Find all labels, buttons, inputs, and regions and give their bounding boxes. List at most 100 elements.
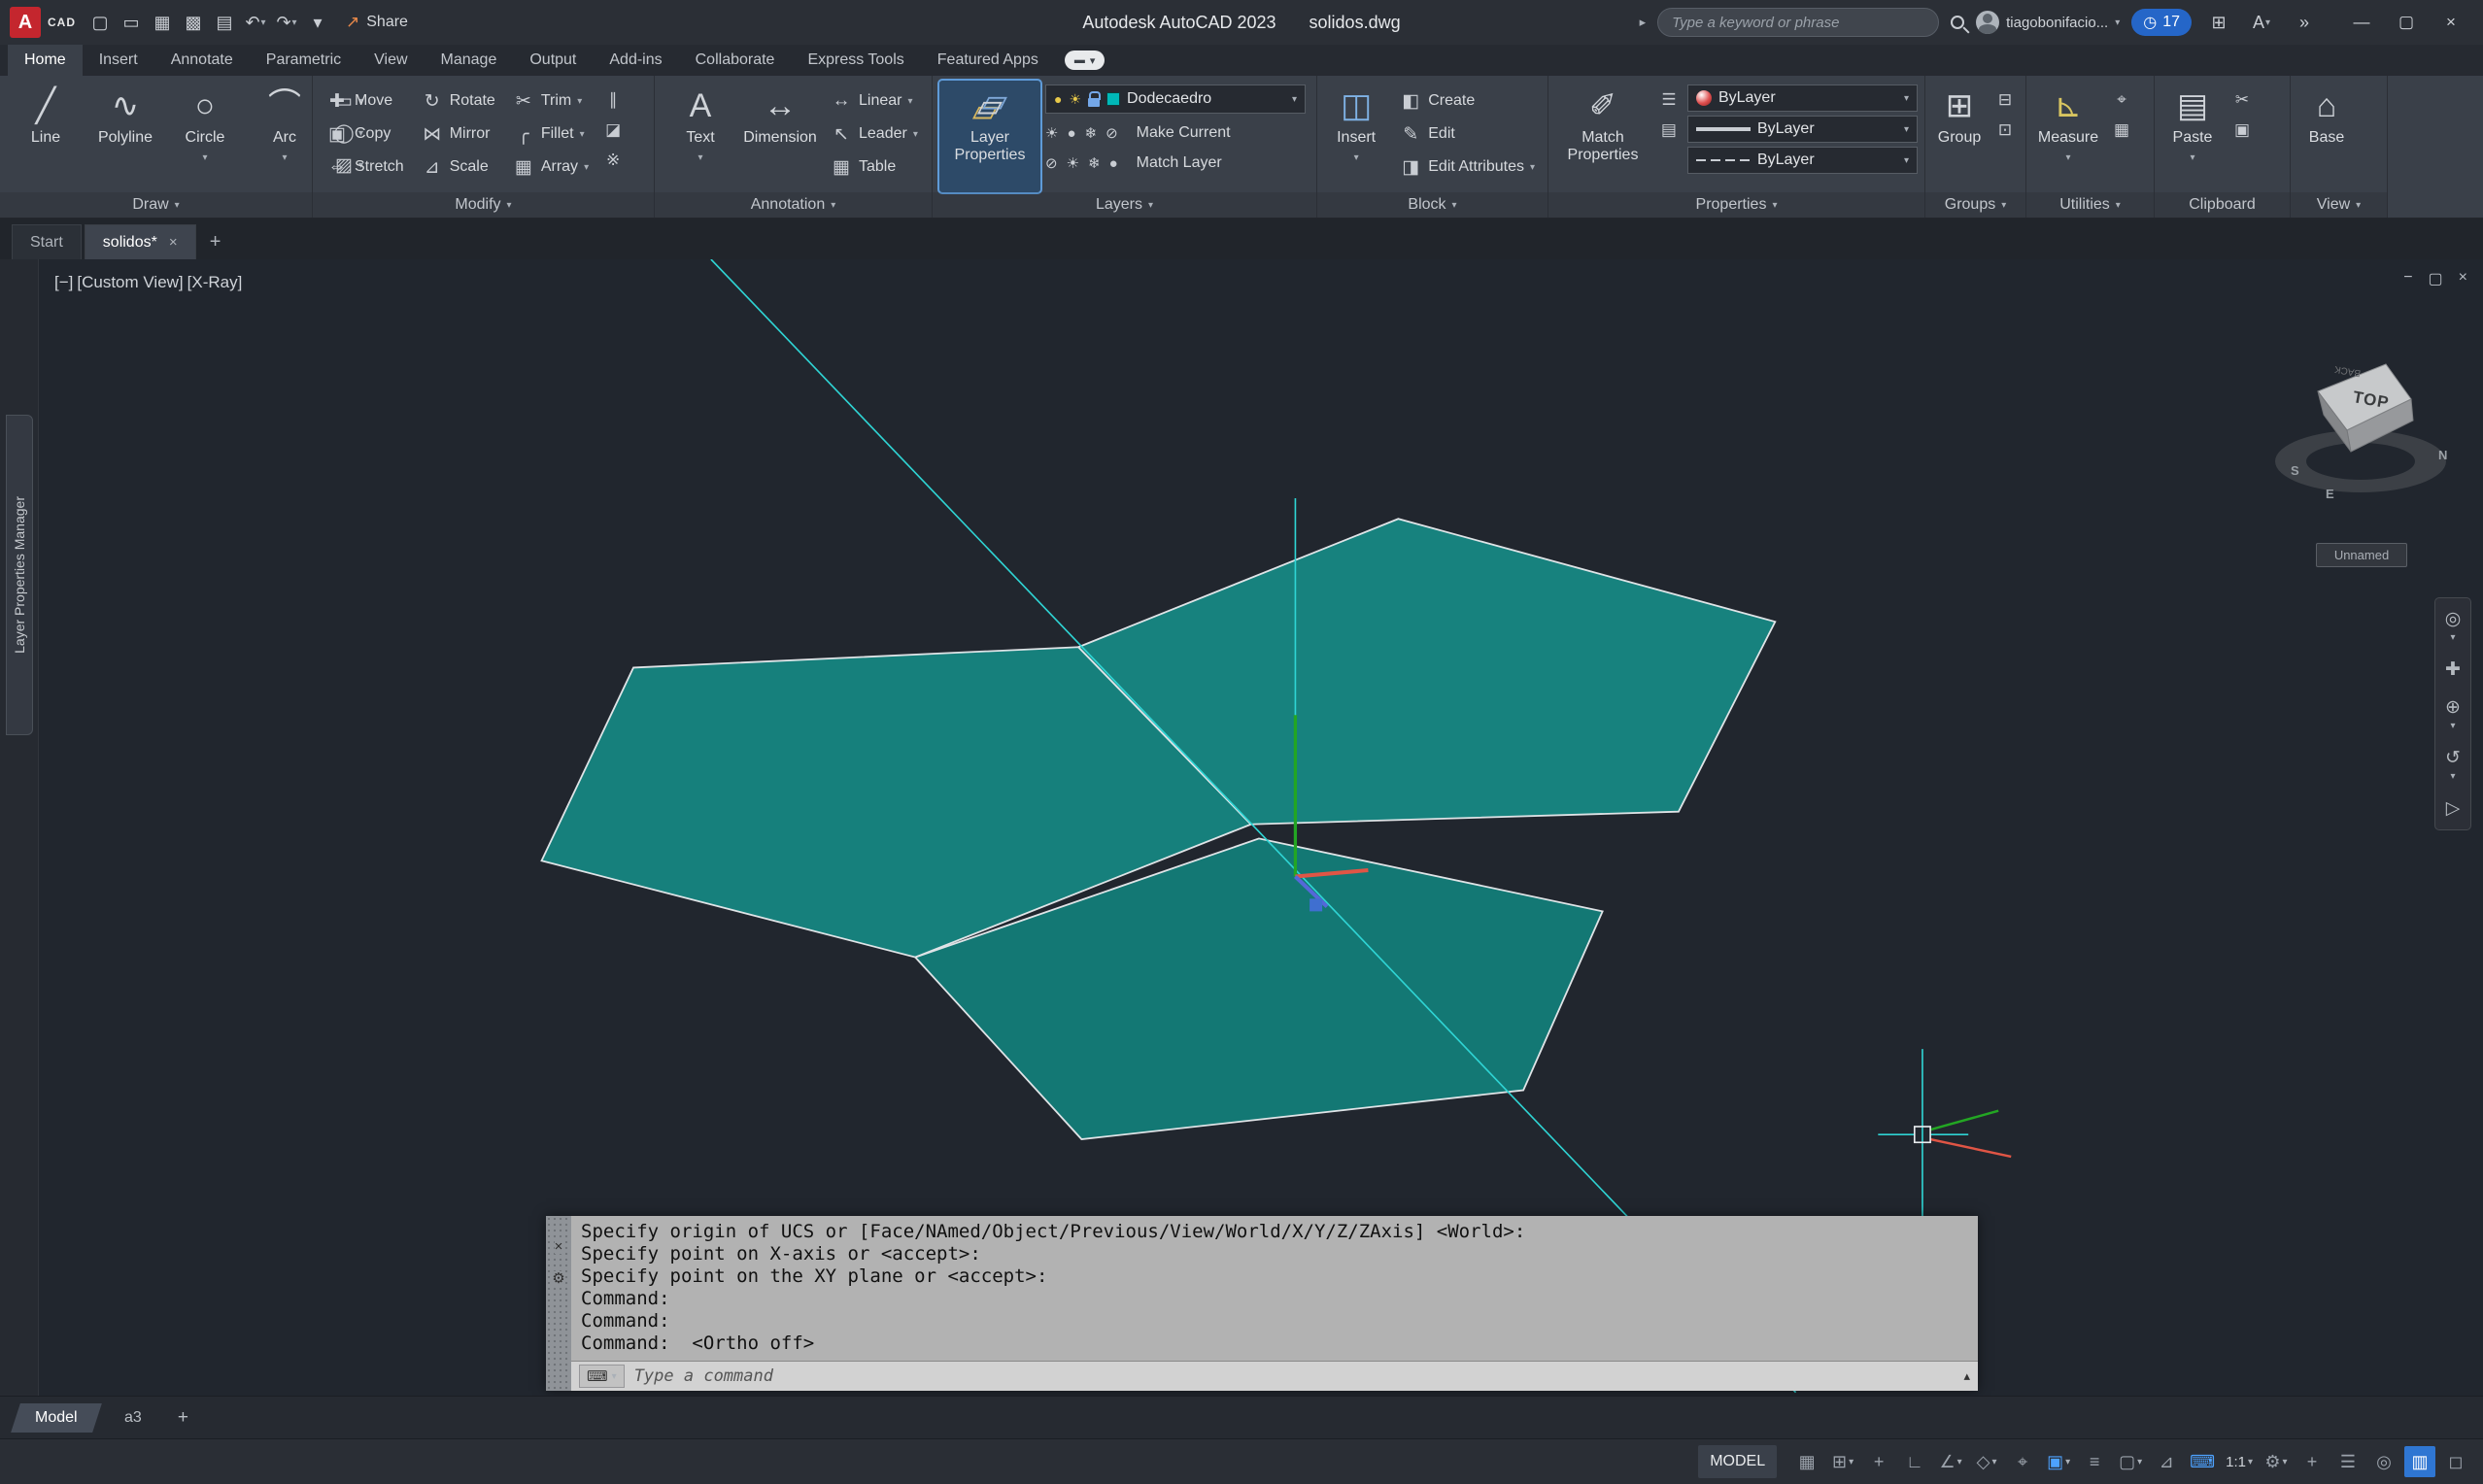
save-as-icon[interactable]: ▩ [178,6,209,39]
table-button[interactable]: ▦Table [824,151,924,184]
ribbon-tab[interactable]: Output [513,45,593,76]
polar-tracking-icon[interactable]: ∠ ▾ [1935,1446,1966,1477]
block-panel-label[interactable]: Block▾ [1317,192,1548,218]
graphics-performance-icon[interactable]: ▥ [2404,1446,2435,1477]
full-navigation-wheel-icon[interactable]: ◎ ▾ [2445,608,2462,643]
layer-properties-manager-tab[interactable]: Layer Properties Manager [6,415,33,735]
create-block-button[interactable]: ◧Create [1393,84,1541,118]
ribbon-tab[interactable]: Annotate [154,45,250,76]
cut-icon[interactable]: ✂ [2228,86,2256,114]
copy-clip-icon[interactable]: ▣ [2228,117,2256,144]
tab-start[interactable]: Start [12,224,82,259]
command-history-toggle-icon[interactable]: ▴ [1963,1368,1970,1384]
new-file-icon[interactable]: ▢ [85,6,116,39]
view-name-button[interactable]: Unnamed [2316,543,2407,567]
pan-icon[interactable]: ✚ [2445,658,2461,681]
mirror-button[interactable]: ⋈Mirror [415,118,501,151]
vp-close-icon[interactable]: × [2459,269,2467,288]
restore-button[interactable]: ▢ [2384,0,2429,45]
edit-block-button[interactable]: ✎Edit [1393,118,1541,151]
plot-icon[interactable]: ▤ [209,6,240,39]
command-options-button[interactable]: ⌨ ▾ [579,1365,625,1388]
zoom-icon[interactable]: ⊕ ▾ [2445,696,2461,731]
ribbon-tab[interactable]: Express Tools [791,45,920,76]
share-button[interactable]: ↗ Share [346,13,408,32]
offset-icon[interactable]: ∥ [599,86,627,114]
insert-button[interactable]: ◫ Insert ▾ [1324,81,1388,192]
fillet-button[interactable]: ╭Fillet▾ [506,118,595,151]
vp-visual-style-control[interactable]: [X-Ray] [187,273,243,292]
layer-properties-button[interactable]: ▱ Layer Properties [939,81,1040,192]
save-icon[interactable]: ▦ [147,6,178,39]
showmotion-icon[interactable]: ▷ [2446,797,2461,820]
vp-restore-icon[interactable]: ▢ [2429,269,2443,288]
vp-view-control[interactable]: [Custom View] [77,273,183,292]
ribbon-tab[interactable]: View [357,45,424,76]
paste-button[interactable]: ▤ Paste ▾ [2161,81,2224,192]
linetype-dropdown[interactable]: ByLayer ▾ [1687,147,1918,174]
ribbon-tab[interactable]: Collaborate [679,45,792,76]
edit-attributes-button[interactable]: ◨Edit Attributes▾ [1393,151,1541,184]
measure-button[interactable]: ⊾ Measure ▾ [2033,81,2103,192]
trim-button[interactable]: ✂Trim▾ [506,84,595,118]
selection-cycling-icon[interactable]: ▢ ▾ [2115,1446,2146,1477]
group-button[interactable]: ⊞ Group [1932,81,1987,192]
quick-properties-icon[interactable]: ☰ [2332,1446,2364,1477]
infer-constraints-icon[interactable]: + [1863,1446,1894,1477]
properties-panel-label[interactable]: Properties▾ [1548,192,1924,218]
layer-dropdown[interactable]: ● ☀ Dodecaedro ▾ [1045,84,1306,114]
drawing-area[interactable]: Layer Properties Manager [−][Custom View… [0,259,2483,1396]
make-current-button[interactable]: ☀●❄⊘ Make Current [1045,118,1306,148]
view-panel-label[interactable]: View▾ [2291,192,2387,218]
ribbon-tab[interactable]: Parametric [250,45,357,76]
annotation-panel-label[interactable]: Annotation▾ [655,192,932,218]
arc-button[interactable]: ⌒ Arc ▾ [246,81,323,192]
annotation-scale-control[interactable]: 1:1 ▾ [2223,1446,2256,1477]
model-tab[interactable]: Model [11,1403,101,1433]
ribbon-tab[interactable]: Insert [83,45,154,76]
array-button[interactable]: ▦Array▾ [506,151,595,184]
quick-calc-icon[interactable]: ▦ [2108,117,2135,144]
search-icon[interactable] [1951,16,1964,29]
group-edit-icon[interactable]: ⊡ [1991,117,2019,144]
ungroup-icon[interactable]: ⊟ [1991,86,2019,114]
toolbar-overflow-icon[interactable]: » [2289,6,2320,39]
leader-button[interactable]: ↖Leader▾ [824,118,924,151]
command-window-handle[interactable]: × ⚙ [546,1216,571,1391]
dimension-button[interactable]: ↔ Dimension [741,81,819,192]
close-icon[interactable]: × [555,1239,563,1254]
ortho-mode-icon[interactable]: ∟ [1899,1446,1930,1477]
vp-minimize-icon[interactable]: − [2403,269,2412,288]
isodraft-icon[interactable]: ◇ ▾ [1971,1446,2002,1477]
search-expand-icon[interactable]: ▸ [1640,15,1647,30]
base-button[interactable]: ⌂ Base [2297,81,2356,192]
workspace-switching-icon[interactable]: ⚙ ▾ [2261,1446,2292,1477]
grid-display-icon[interactable]: ▦ [1791,1446,1822,1477]
utilities-panel-label[interactable]: Utilities▾ [2026,192,2154,218]
match-properties-button[interactable]: ✐ Match Properties [1555,81,1650,192]
properties-table-icon[interactable]: ▤ [1655,117,1683,144]
lineweight-display-icon[interactable]: ≡ [2079,1446,2110,1477]
modify-panel-label[interactable]: Modify▾ [313,192,654,218]
text-button[interactable]: A Text ▾ [662,81,739,192]
groups-panel-label[interactable]: Groups▾ [1925,192,2025,218]
rotate-button[interactable]: ↻Rotate [415,84,501,118]
annotation-monitor-icon[interactable]: + [2296,1446,2328,1477]
qat-customize-icon[interactable]: ▾ [302,6,333,39]
ribbon-tab[interactable]: Featured Apps [921,45,1055,76]
ribbon-tab[interactable]: Home [8,45,83,76]
close-button[interactable]: × [2429,0,2473,45]
open-folder-icon[interactable]: ▭ [116,6,147,39]
wrench-icon[interactable]: ⚙ [552,1271,564,1286]
move-button[interactable]: ✚Move [320,84,410,118]
osnap-tracking-icon[interactable]: ⌖ [2007,1446,2038,1477]
stretch-button[interactable]: ⇔Stretch [320,151,410,184]
draw-panel-label[interactable]: Draw▾ [0,192,312,218]
command-input[interactable]: ⌨ ▾ Type a command ▴ [571,1361,1978,1391]
properties-list-icon[interactable]: ☰ [1655,86,1683,114]
orbit-icon[interactable]: ↺ ▾ [2445,747,2461,782]
dynamic-input-icon[interactable]: ⌨ [2187,1446,2218,1477]
snap-mode-icon[interactable]: ⊞ ▾ [1827,1446,1858,1477]
line-button[interactable]: ╱ Line [7,81,85,192]
cart-icon[interactable]: ⊞ [2203,6,2234,39]
